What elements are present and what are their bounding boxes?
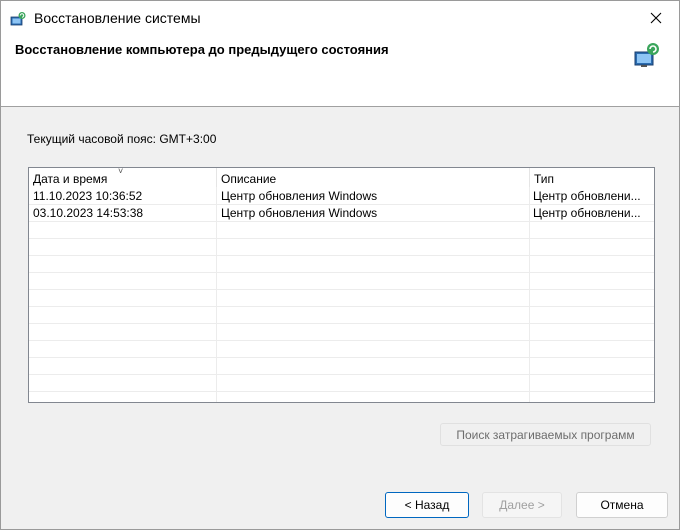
column-header-type[interactable]: Тип [530, 168, 654, 187]
back-button[interactable]: < Назад [385, 492, 469, 518]
header-band: Восстановление компьютера до предыдущего… [1, 35, 679, 107]
title-bar: Восстановление системы [1, 1, 679, 35]
close-icon [650, 12, 662, 24]
column-header-label: Дата и время [33, 172, 108, 186]
cell-description: Центр обновления Windows [221, 189, 378, 203]
table-row[interactable]: 03.10.2023 14:53:38 Центр обновления Win… [29, 205, 654, 222]
cell-type: Центр обновлени... [533, 206, 641, 220]
sort-descending-icon: ˅ [118, 167, 124, 176]
cell-type: Центр обновлени... [533, 189, 641, 203]
table-row[interactable]: 11.10.2023 10:36:52 Центр обновления Win… [29, 188, 654, 205]
window-title: Восстановление системы [34, 10, 201, 26]
timezone-label: Текущий часовой пояс: GMT+3:00 [27, 132, 217, 146]
table-header: Дата и время ˅ Описание Тип [29, 168, 654, 187]
system-restore-icon [633, 41, 661, 69]
column-header-label: Описание [221, 172, 277, 186]
cell-description: Центр обновления Windows [221, 206, 378, 220]
column-header-date[interactable]: Дата и время ˅ [29, 168, 217, 187]
page-title: Восстановление компьютера до предыдущего… [15, 42, 389, 57]
column-header-label: Тип [534, 172, 555, 186]
system-restore-icon [10, 11, 26, 27]
cell-date: 11.10.2023 10:36:52 [33, 189, 143, 203]
system-restore-window: Восстановление системы Восстановление ко… [0, 0, 680, 530]
column-header-description[interactable]: Описание [217, 168, 530, 187]
next-button[interactable]: Далее > [482, 492, 562, 518]
close-button[interactable] [633, 1, 679, 35]
restore-points-table: Дата и время ˅ Описание Тип 11.10.2023 1… [28, 167, 655, 403]
scan-affected-programs-button[interactable]: Поиск затрагиваемых программ [440, 423, 651, 446]
cell-date: 03.10.2023 14:53:38 [33, 206, 144, 220]
cancel-button[interactable]: Отмена [576, 492, 668, 518]
